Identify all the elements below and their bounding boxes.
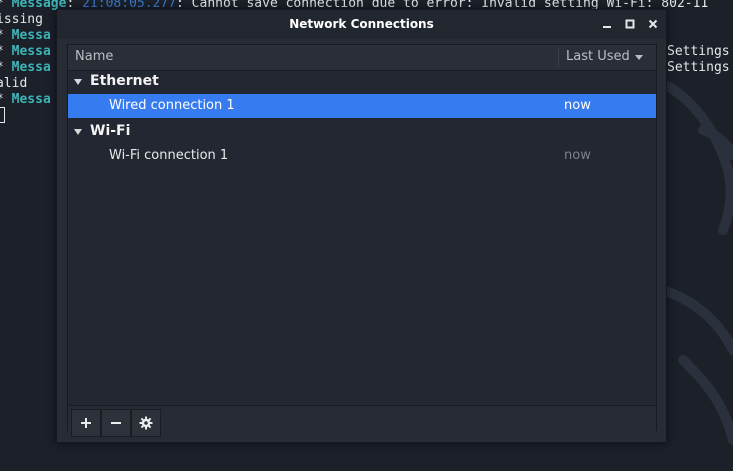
group-row-wifi[interactable]: Wi-Fi	[68, 120, 656, 144]
list-header: Name Last Used	[68, 45, 656, 71]
minimize-button[interactable]	[598, 15, 616, 33]
add-connection-button[interactable]	[71, 409, 101, 437]
column-header-name[interactable]: Name	[75, 49, 113, 64]
minimize-icon	[603, 26, 611, 28]
connection-last-used: now	[564, 98, 591, 113]
edit-connection-button[interactable]	[131, 409, 161, 437]
group-label: Wi-Fi	[90, 123, 131, 139]
terminal-cursor	[0, 107, 5, 123]
connection-name: Wired connection 1	[109, 98, 235, 113]
maximize-button[interactable]	[621, 15, 639, 33]
connection-row-wired-connection-1[interactable]: Wired connection 1 now	[68, 94, 656, 118]
remove-connection-button[interactable]	[101, 409, 131, 437]
expander-arrow-icon[interactable]	[74, 79, 82, 85]
connections-list[interactable]: Name Last Used Ethernet Wired connection…	[67, 44, 657, 437]
connection-row-wifi-connection-1[interactable]: Wi-Fi connection 1 now	[68, 144, 656, 168]
maximize-icon	[625, 19, 635, 29]
terminal-line: * Messa	[0, 60, 51, 75]
terminal-line: alid	[0, 76, 28, 91]
column-header-last-used[interactable]: Last Used	[566, 49, 630, 64]
close-button[interactable]	[644, 15, 662, 33]
close-icon	[648, 19, 658, 29]
gear-icon	[139, 416, 153, 430]
connection-name: Wi-Fi connection 1	[109, 148, 229, 163]
window-title: Network Connections	[289, 17, 434, 31]
list-toolbar	[68, 405, 656, 437]
column-separator	[558, 48, 559, 67]
terminal-line: * Messa	[0, 92, 51, 107]
terminal-line: * Messa	[0, 44, 51, 59]
minus-icon	[111, 422, 121, 424]
terminal-line: issing	[0, 12, 43, 27]
group-label: Ethernet	[90, 73, 159, 89]
connection-last-used: now	[564, 148, 591, 163]
terminal-fragment: Settings	[667, 44, 730, 59]
terminal-line: * Messa	[0, 28, 51, 43]
plus-icon	[81, 418, 91, 428]
group-row-ethernet[interactable]: Ethernet	[68, 70, 656, 94]
titlebar[interactable]: Network Connections	[57, 10, 666, 39]
network-connections-window: Network Connections Name Last Used Ether…	[56, 9, 667, 443]
expander-arrow-icon[interactable]	[74, 129, 82, 135]
sort-descending-icon[interactable]	[635, 55, 643, 60]
